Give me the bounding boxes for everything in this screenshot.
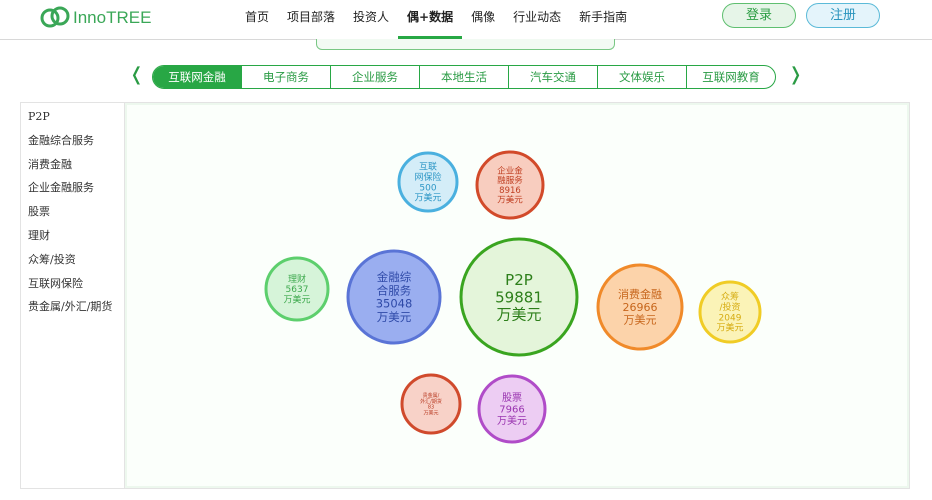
sidebar-item[interactable]: 理财 bbox=[21, 224, 124, 248]
nav-item[interactable]: 首页 bbox=[236, 0, 278, 40]
bubble-unit: 万美元 bbox=[716, 322, 743, 334]
bubble-label: 企业金 bbox=[497, 165, 523, 176]
top-header: InnoTREE 首页 项目部落 投资人 偶+数据 偶像 行业动态 新手指南 登录 注册 bbox=[0, 0, 932, 40]
bubble[interactable]: 企业金融服务8916万美元 bbox=[475, 150, 545, 220]
sidebar-item[interactable]: 互联网保险 bbox=[21, 272, 124, 296]
next-category-arrow-icon[interactable]: ❭ bbox=[788, 64, 803, 85]
category-tab[interactable]: 文体娱乐 bbox=[597, 66, 686, 88]
bubble-label: 融服务 bbox=[497, 175, 523, 186]
sidebar-item[interactable]: 股票 bbox=[21, 200, 124, 224]
main-nav: 首页 项目部落 投资人 偶+数据 偶像 行业动态 新手指南 bbox=[236, 0, 636, 40]
bubble-value: 2049 bbox=[719, 313, 742, 323]
logo-text: InnoTREE bbox=[73, 8, 152, 27]
bubble-unit: 万美元 bbox=[624, 314, 657, 327]
bubble[interactable]: 消费金融26966万美元 bbox=[596, 263, 684, 351]
nav-item[interactable]: 偶+数据 bbox=[398, 0, 463, 40]
bubble-unit: 万美元 bbox=[497, 195, 523, 206]
sidebar-item[interactable]: 众筹/投资 bbox=[21, 248, 124, 272]
innotree-logo[interactable]: InnoTREE bbox=[40, 4, 151, 32]
category-tab[interactable]: 本地生活 bbox=[419, 66, 508, 88]
bubble-value: 35048 bbox=[376, 297, 413, 311]
nav-item[interactable]: 偶像 bbox=[462, 0, 504, 40]
bubble-unit: 万美元 bbox=[377, 310, 412, 324]
bubble-value: 26966 bbox=[623, 301, 658, 314]
content-panel: P2P 金融综合服务 消费金融 企业金融服务 股票 理财 众筹/投资 互联网保险 贵金属/外汇/… bbox=[20, 102, 910, 489]
bubble-unit: 万美元 bbox=[423, 409, 438, 416]
category-tab[interactable]: 汽车交通 bbox=[508, 66, 597, 88]
category-tab[interactable]: 企业服务 bbox=[330, 66, 419, 88]
bubble-label: 金融综 bbox=[377, 270, 412, 284]
register-button[interactable]: 注册 bbox=[806, 3, 880, 28]
bubble-value: 500 bbox=[419, 183, 436, 193]
sidebar-item[interactable]: 贵金属/外汇/期货 bbox=[21, 295, 124, 319]
bubble-value: 59881 bbox=[495, 288, 543, 306]
login-button[interactable]: 登录 bbox=[722, 3, 796, 28]
bubble[interactable]: P2P59881万美元 bbox=[459, 237, 579, 357]
bubble[interactable]: 众筹/投资2049万美元 bbox=[698, 280, 762, 344]
bubble-label: P2P bbox=[505, 271, 533, 289]
bubble-label: 理财 bbox=[288, 273, 306, 285]
bubble-label: 众筹 bbox=[721, 291, 739, 303]
bubble-label: 互联 bbox=[419, 162, 437, 173]
bubble-label: 股票 bbox=[502, 392, 522, 404]
bubble-value: 7966 bbox=[499, 405, 524, 416]
sidebar-item[interactable]: 金融综合服务 bbox=[21, 129, 124, 153]
subcategory-sidebar: P2P 金融综合服务 消费金融 企业金融服务 股票 理财 众筹/投资 互联网保险 贵金属/外汇/… bbox=[21, 103, 125, 488]
bubble-label: 消费金融 bbox=[618, 287, 662, 301]
sidebar-item[interactable]: P2P bbox=[21, 105, 124, 129]
bubble[interactable]: 理财5637万美元 bbox=[264, 256, 330, 322]
bubble[interactable]: 股票7966万美元 bbox=[477, 374, 547, 444]
logo-mark-icon bbox=[40, 6, 70, 28]
bubble-unit: 万美元 bbox=[497, 414, 527, 427]
bubble-unit: 万美元 bbox=[496, 306, 541, 324]
bubble-unit: 万美元 bbox=[414, 192, 441, 204]
bubble[interactable]: 贵金属/外汇/期货83万美元 bbox=[400, 373, 462, 435]
category-tab[interactable]: 电子商务 bbox=[241, 66, 330, 88]
nav-item[interactable]: 行业动态 bbox=[504, 0, 570, 40]
bubble-value: 8916 bbox=[499, 186, 521, 196]
sidebar-item[interactable]: 企业金融服务 bbox=[21, 176, 124, 200]
bubble-value: 5637 bbox=[286, 285, 309, 295]
search-dropdown-stub[interactable] bbox=[316, 39, 615, 50]
nav-item[interactable]: 新手指南 bbox=[570, 0, 636, 40]
category-tab[interactable]: 互联网教育 bbox=[686, 66, 775, 88]
bubble-label: 合服务 bbox=[377, 283, 412, 297]
nav-item[interactable]: 项目部落 bbox=[278, 0, 344, 40]
bubble-chart: P2P59881万美元金融综合服务35048万美元消费金融26966万美元企业金… bbox=[264, 150, 762, 444]
category-tab[interactable]: 互联网金融 bbox=[153, 66, 241, 88]
nav-item[interactable]: 投资人 bbox=[344, 0, 398, 40]
bubble-unit: 万美元 bbox=[283, 294, 310, 306]
bubble[interactable]: 金融综合服务35048万美元 bbox=[346, 249, 442, 345]
bubble[interactable]: 互联网保险500万美元 bbox=[397, 151, 459, 213]
prev-category-arrow-icon[interactable]: ❬ bbox=[129, 64, 144, 85]
bubble-label: 网保险 bbox=[414, 171, 441, 183]
category-tabs: 互联网金融 电子商务 企业服务 本地生活 汽车交通 文体娱乐 互联网教育 bbox=[152, 65, 776, 89]
bubble-chart-area: P2P 59881 万美元 金融综 合服务 35048 万美元 消费金融 26966 万美元 企业金… bbox=[125, 103, 909, 488]
bubble-label: /投资 bbox=[719, 301, 740, 313]
sidebar-item[interactable]: 消费金融 bbox=[21, 153, 124, 177]
